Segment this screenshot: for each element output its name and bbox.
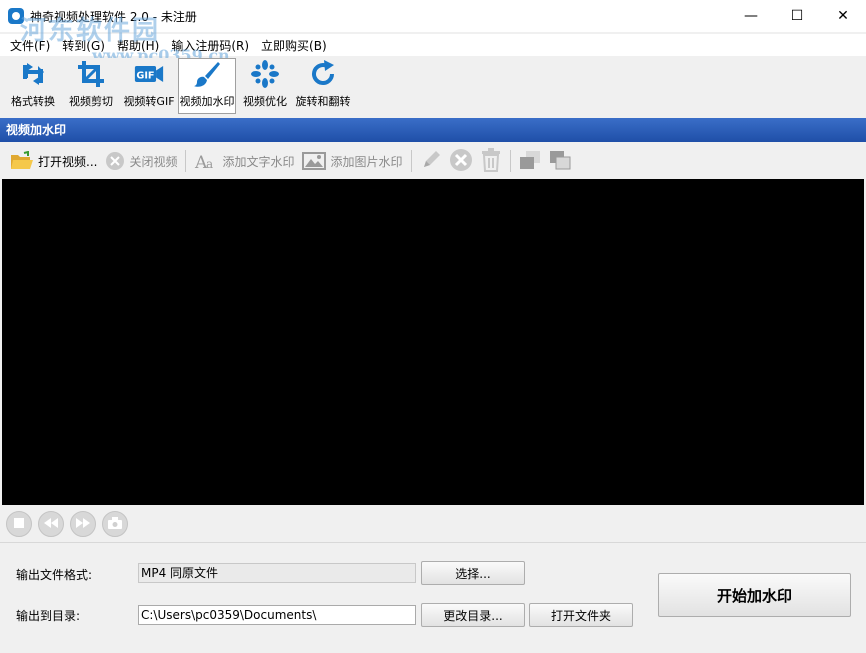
crop-icon	[76, 59, 106, 89]
output-dir-input[interactable]: C:\Users\pc0359\Documents\	[138, 605, 416, 625]
tool-label: 格式转换	[11, 95, 55, 108]
menu-bar: 文件(F) 转到(G) 帮助(H) 输入注册码(R) 立即购买(B)	[0, 34, 866, 56]
text-font-icon: Aa	[194, 151, 218, 171]
camera-icon	[108, 516, 122, 532]
select-format-button[interactable]: 选择...	[421, 561, 525, 585]
tool-crop[interactable]: 视频剪切	[62, 58, 120, 114]
send-backward-button[interactable]	[545, 147, 575, 175]
add-text-watermark-button[interactable]: Aa 添加文字水印	[190, 147, 298, 175]
menu-register[interactable]: 输入注册码(R)	[165, 37, 255, 54]
tool-label: 旋转和翻转	[295, 95, 351, 108]
rotate-icon	[308, 59, 338, 89]
main-toolbar: 格式转换 视频剪切 GIF 视频转GIF 视频加水印 视频优化 旋转和翻转	[0, 58, 866, 116]
output-format-label: 输出文件格式:	[16, 568, 93, 582]
brush-icon	[192, 59, 222, 89]
window-title: 神奇视频处理软件 2.0 - 未注册	[30, 10, 197, 24]
delete-button[interactable]	[446, 147, 476, 175]
trash-icon	[480, 147, 502, 175]
folder-open-icon	[10, 151, 34, 171]
open-folder-button[interactable]: 打开文件夹	[529, 603, 633, 627]
add-image-watermark-button[interactable]: 添加图片水印	[298, 147, 406, 175]
playback-controls	[0, 508, 866, 540]
close-video-button[interactable]: 关闭视频	[101, 147, 181, 175]
tool-format-convert[interactable]: 格式转换	[4, 58, 62, 114]
start-watermark-button[interactable]: 开始加水印	[658, 573, 851, 617]
tool-gif[interactable]: GIF 视频转GIF	[120, 58, 178, 114]
fast-forward-icon	[76, 517, 90, 531]
tool-watermark[interactable]: 视频加水印	[178, 58, 236, 114]
cancel-circle-icon	[449, 148, 473, 175]
toolbar-separator	[509, 150, 511, 172]
send-backward-icon	[548, 149, 572, 174]
svg-text:a: a	[206, 157, 213, 171]
svg-text:GIF: GIF	[136, 70, 154, 81]
menu-goto[interactable]: 转到(G)	[56, 37, 111, 54]
format-convert-icon	[18, 59, 48, 89]
maximize-button[interactable]: ☐	[774, 0, 820, 32]
stop-icon	[14, 517, 24, 531]
add-text-watermark-label: 添加文字水印	[222, 154, 295, 169]
menu-help[interactable]: 帮助(H)	[111, 37, 165, 54]
stop-button[interactable]	[6, 511, 32, 537]
bring-forward-button[interactable]	[515, 147, 545, 175]
clear-button[interactable]	[476, 147, 506, 175]
open-video-button[interactable]: 打开视频...	[6, 147, 101, 175]
close-circle-icon	[105, 151, 125, 171]
minimize-button[interactable]: —	[728, 0, 774, 32]
app-icon	[8, 8, 24, 24]
open-video-label: 打开视频...	[38, 154, 98, 169]
bring-forward-icon	[518, 149, 542, 174]
rewind-button[interactable]	[38, 511, 64, 537]
tool-label: 视频转GIF	[123, 95, 175, 108]
toolbar-separator	[185, 150, 187, 172]
tool-optimize[interactable]: 视频优化	[236, 58, 294, 114]
close-button[interactable]: ✕	[820, 0, 866, 32]
fast-forward-button[interactable]	[70, 511, 96, 537]
tool-label: 视频剪切	[69, 95, 113, 108]
output-panel: 输出文件格式: MP4 同原文件 选择... 输出到目录: C:\Users\p…	[0, 542, 866, 653]
snapshot-button[interactable]	[102, 511, 128, 537]
tool-label: 视频优化	[243, 95, 287, 108]
section-header: 视频加水印	[0, 118, 866, 142]
menu-file[interactable]: 文件(F)	[4, 37, 56, 54]
title-bar: 神奇视频处理软件 2.0 - 未注册 — ☐ ✕	[0, 0, 866, 32]
image-icon	[302, 151, 327, 171]
toolbar-separator	[410, 150, 412, 172]
tool-label: 视频加水印	[179, 95, 235, 108]
add-image-watermark-label: 添加图片水印	[330, 154, 403, 169]
change-dir-button[interactable]: 更改目录...	[421, 603, 525, 627]
output-format-field: MP4 同原文件	[138, 563, 416, 583]
menu-buy[interactable]: 立即购买(B)	[255, 37, 333, 54]
tool-rotate[interactable]: 旋转和翻转	[294, 58, 352, 114]
watermark-toolbar: 打开视频... 关闭视频 Aa 添加文字水印 添加图片水印	[0, 145, 866, 177]
output-dir-label: 输出到目录:	[16, 609, 81, 623]
close-video-label: 关闭视频	[129, 154, 178, 169]
rewind-icon	[44, 517, 58, 531]
pencil-icon	[420, 149, 442, 174]
gif-icon: GIF	[134, 59, 164, 89]
video-preview[interactable]	[2, 179, 864, 505]
edit-button[interactable]	[416, 147, 446, 175]
optimize-icon	[250, 59, 280, 89]
